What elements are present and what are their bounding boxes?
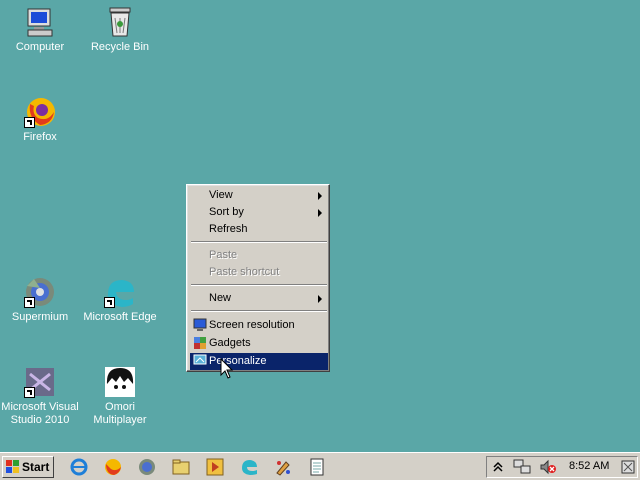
menu-item-personalize[interactable]: Personalize: [190, 353, 328, 370]
edge-icon[interactable]: [240, 458, 258, 476]
menu-separator: [191, 241, 327, 243]
omori-icon: [104, 366, 136, 398]
menu-separator: [191, 284, 327, 286]
desktop-icon-firefox[interactable]: Firefox: [0, 96, 80, 144]
menu-item-label: Paste shortcut: [209, 266, 280, 278]
submenu-arrow-icon: [318, 209, 322, 217]
display-icon: [193, 318, 207, 332]
menu-item-paste[interactable]: Paste: [190, 247, 328, 264]
volume-muted-icon[interactable]: [539, 459, 557, 478]
menu-item-new[interactable]: New: [190, 290, 328, 307]
menu-item-label: Paste: [209, 249, 238, 261]
desktop-icon-label-line1: Microsoft Visual: [1, 401, 79, 413]
recycle-bin-icon: [104, 6, 136, 38]
windows-logo-icon: [6, 460, 20, 474]
desktop-icon-visual-studio[interactable]: Microsoft Visual Studio 2010: [0, 366, 80, 427]
supermium-icon: [24, 276, 56, 308]
computer-icon: [24, 6, 56, 38]
menu-item-refresh[interactable]: Refresh: [190, 221, 328, 238]
desktop-icon-recycle-bin[interactable]: Recycle Bin: [80, 6, 160, 54]
menu-item-view[interactable]: View: [190, 187, 328, 204]
visual-studio-icon: [24, 366, 56, 398]
gadgets-icon: [193, 336, 207, 350]
personalize-icon: [193, 354, 207, 368]
menu-item-sort-by[interactable]: Sort by: [190, 204, 328, 221]
shortcut-arrow-icon: [24, 297, 35, 308]
taskbar: Start 8:52 AM: [0, 452, 640, 480]
start-button[interactable]: Start: [2, 456, 54, 478]
menu-item-screen-resolution[interactable]: Screen resolution: [190, 317, 328, 334]
submenu-arrow-icon: [318, 192, 322, 200]
start-label: Start: [22, 460, 50, 474]
firefox-icon: [24, 96, 56, 128]
desktop-icon-label-line2: Multiplayer: [93, 414, 147, 426]
internet-explorer-icon[interactable]: [70, 458, 88, 476]
submenu-arrow-icon: [318, 295, 322, 303]
desktop-icon-label: Recycle Bin: [90, 41, 150, 53]
paint-icon[interactable]: [274, 458, 292, 476]
desktop-context-menu: View Sort by Refresh Paste Paste shortcu…: [186, 184, 330, 372]
menu-item-label: New: [209, 292, 232, 304]
notepad-icon[interactable]: [308, 458, 326, 476]
menu-item-label: Refresh: [209, 223, 248, 235]
mouse-cursor-icon: [220, 358, 234, 379]
desktop-icon-label: Supermium: [11, 311, 69, 323]
show-desktop-icon[interactable]: [621, 460, 635, 477]
show-hidden-icons-chevron-icon[interactable]: [493, 461, 503, 476]
clock[interactable]: 8:52 AM: [569, 460, 609, 472]
edge-icon: [104, 276, 136, 308]
system-tray: 8:52 AM: [486, 456, 638, 478]
supermium-icon[interactable]: [138, 458, 156, 476]
desktop-icon-label: Microsoft Edge: [83, 311, 157, 323]
desktop-icon-computer[interactable]: Computer: [0, 6, 80, 54]
menu-item-gadgets[interactable]: Gadgets: [190, 335, 328, 352]
menu-item-label: Sort by: [209, 206, 244, 218]
desktop-icon-label-line2: Studio 2010: [10, 414, 70, 426]
firefox-icon[interactable]: [104, 458, 122, 476]
desktop-icon-microsoft-edge[interactable]: Microsoft Edge: [80, 276, 160, 324]
menu-item-label: View: [209, 189, 233, 201]
shortcut-arrow-icon: [24, 117, 35, 128]
menu-item-label: Personalize: [209, 355, 267, 367]
shortcut-arrow-icon: [24, 387, 35, 398]
desktop-icon-label: Firefox: [23, 131, 57, 143]
folder-icon[interactable]: [172, 458, 190, 476]
menu-item-paste-shortcut[interactable]: Paste shortcut: [190, 264, 328, 281]
menu-item-label: Screen resolution: [209, 319, 295, 331]
shortcut-arrow-icon: [104, 297, 115, 308]
media-player-icon[interactable]: [206, 458, 224, 476]
desktop-icon-label: Computer: [15, 41, 65, 53]
desktop-icon-omori[interactable]: Omori Multiplayer: [80, 366, 160, 427]
menu-separator: [191, 310, 327, 312]
desktop-icon-label-line1: Omori: [105, 401, 135, 413]
desktop-icon-supermium[interactable]: Supermium: [0, 276, 80, 324]
menu-item-label: Gadgets: [209, 337, 251, 349]
network-icon[interactable]: [513, 459, 531, 478]
